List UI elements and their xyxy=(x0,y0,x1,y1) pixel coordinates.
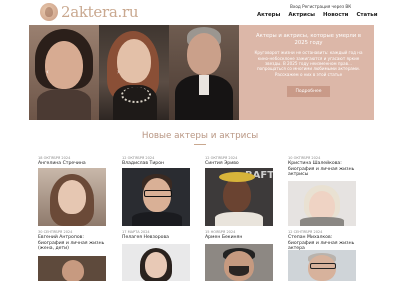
card-photo[interactable] xyxy=(205,244,273,281)
hero-photo-2 xyxy=(99,25,169,120)
nav-item-articles[interactable]: Статьи xyxy=(356,12,377,18)
card-title[interactable]: Евгений Антропов: биография и личная жиз… xyxy=(38,235,106,252)
logo-icon xyxy=(40,3,58,21)
actor-card[interactable]: 17 МАРТА 2024 Пелагея Невзорова xyxy=(122,230,190,241)
card-date: 12 ОКТЯБРЯ 2024 xyxy=(122,156,155,160)
section-divider xyxy=(194,144,206,145)
card-photo[interactable] xyxy=(38,256,106,281)
actor-card[interactable]: 10 ОКТЯБРЯ 2024 Кристина Шалейкова: биог… xyxy=(288,156,356,178)
card-date: 12 СЕНТЯБРЯ 2024 xyxy=(288,230,323,234)
card-photo[interactable] xyxy=(122,244,190,281)
hero-photo-1 xyxy=(29,25,99,120)
site-logo[interactable]: 2aktera.ru xyxy=(40,3,139,21)
card-title[interactable]: Пелагея Невзорова xyxy=(122,235,190,241)
hero-more-button[interactable]: Подробнее xyxy=(287,86,330,98)
card-photo[interactable]: BAFTA xyxy=(205,168,273,226)
actor-card[interactable]: 12 ОКТЯБРЯ 2024 Синтия Эриво xyxy=(205,156,273,167)
card-date: 18 ОКТЯБРЯ 2024 xyxy=(38,156,71,160)
card-title[interactable]: Ангелина Стречина xyxy=(38,161,106,167)
login-link[interactable]: Вход Регистрация через ВК xyxy=(290,4,351,9)
section-title: Новые актеры и актрисы xyxy=(141,131,259,141)
hero-photo-3 xyxy=(169,25,239,120)
card-date: 17 МАРТА 2024 xyxy=(122,230,150,234)
card-photo[interactable] xyxy=(288,250,356,281)
card-date: 15 НОЯБРЯ 2024 xyxy=(205,230,236,234)
main-nav: Актеры Актрисы Новости Статьи xyxy=(257,12,378,18)
nav-item-actresses[interactable]: Актрисы xyxy=(288,12,315,18)
card-date: 12 ОКТЯБРЯ 2024 xyxy=(205,156,238,160)
hero-banner: Актеры и актрисы, которые умерли в 2025 … xyxy=(29,25,374,120)
hero-description: Круговорот жизни не останавить: каждый г… xyxy=(254,50,363,77)
nav-item-news[interactable]: Новости xyxy=(323,12,348,18)
card-title[interactable]: Синтия Эриво xyxy=(205,161,273,167)
actor-card[interactable]: 12 СЕНТЯБРЯ 2024 Степан Михалков: биогра… xyxy=(288,230,356,252)
actor-card[interactable]: 18 ОКТЯБРЯ 2024 Ангелина Стречина xyxy=(38,156,106,167)
hero-text-panel: Актеры и актрисы, которые умерли в 2025 … xyxy=(239,25,374,120)
card-title[interactable]: Армен Бекинян xyxy=(205,235,273,241)
card-photo[interactable] xyxy=(288,181,356,226)
hero-next-arrow-icon[interactable]: › xyxy=(117,68,120,76)
card-date: 10 ОКТЯБРЯ 2024 xyxy=(288,156,321,160)
actor-card[interactable]: 12 ОКТЯБРЯ 2024 Владислав Тирон xyxy=(122,156,190,167)
actor-card[interactable]: 15 НОЯБРЯ 2024 Армен Бекинян xyxy=(205,230,273,241)
card-date: 30 СЕНТЯБРЯ 2024 xyxy=(38,230,73,234)
card-title[interactable]: Владислав Тирон xyxy=(122,161,190,167)
nav-item-actors[interactable]: Актеры xyxy=(257,12,280,18)
logo-text: 2aktera.ru xyxy=(61,3,139,21)
card-photo[interactable] xyxy=(38,168,106,226)
site-header: 2aktera.ru Вход Регистрация через ВК Акт… xyxy=(0,0,400,24)
actor-card[interactable]: 30 СЕНТЯБРЯ 2024 Евгений Антропов: биогр… xyxy=(38,230,106,252)
hero-prev-arrow-icon[interactable]: ‹ xyxy=(46,68,49,76)
card-photo[interactable] xyxy=(122,168,190,226)
hero-title[interactable]: Актеры и актрисы, которые умерли в 2025 … xyxy=(251,33,366,46)
card-title[interactable]: Кристина Шалейкова: биография и личная ж… xyxy=(288,161,356,178)
